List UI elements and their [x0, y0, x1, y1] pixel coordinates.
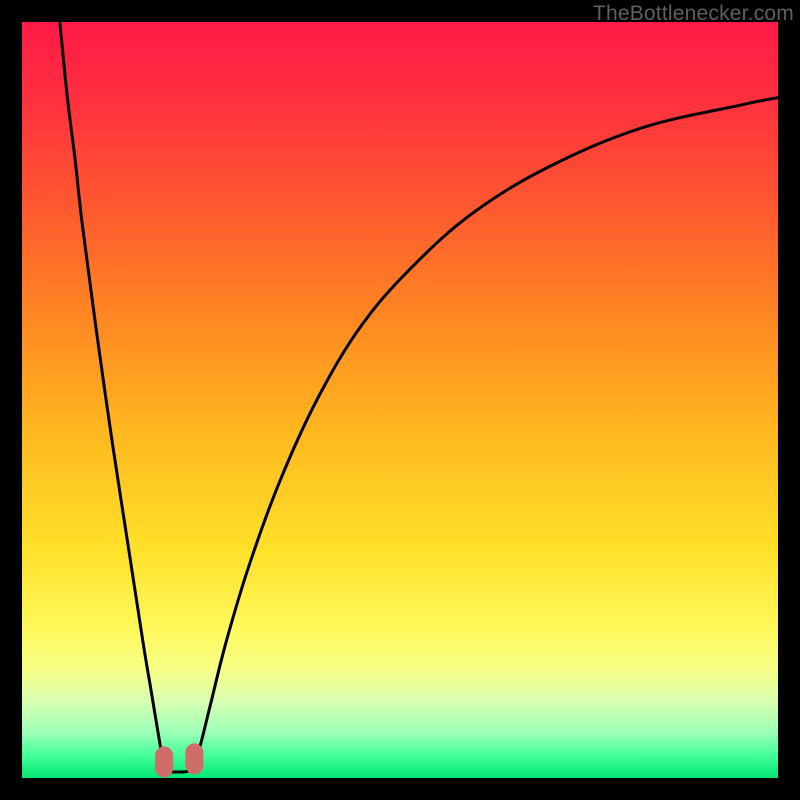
marker-right	[185, 743, 203, 774]
chart-frame	[22, 22, 778, 778]
gradient-background	[22, 22, 778, 778]
bottleneck-chart	[22, 22, 778, 778]
marker-left	[155, 746, 173, 777]
watermark-text: TheBottlenecker.com	[593, 2, 794, 26]
